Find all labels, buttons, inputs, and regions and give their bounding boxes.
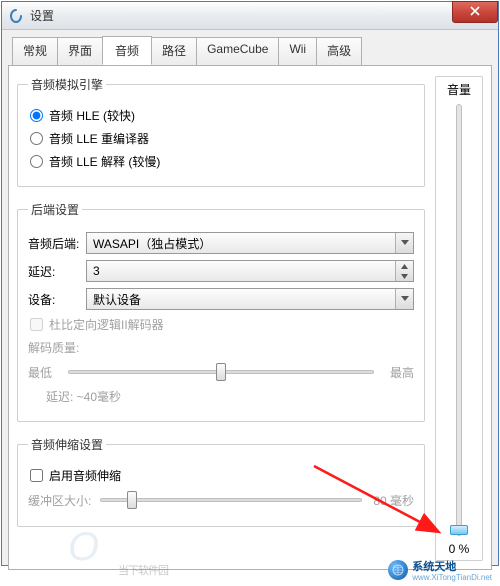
device-label: 设备: [28, 291, 86, 308]
latency-value: 3 [87, 264, 395, 278]
buffer-label: 缓冲区大小: [28, 492, 94, 509]
tab-gamecube[interactable]: GameCube [196, 37, 279, 66]
dpl2-label: 杜比定向逻辑II解码器 [49, 316, 164, 333]
spin-buttons[interactable] [395, 261, 413, 281]
quality-low-label: 最低 [28, 364, 62, 381]
close-button[interactable] [452, 1, 498, 23]
enable-stretch-label: 启用音频伸缩 [49, 467, 121, 484]
tab-advanced[interactable]: 高级 [316, 37, 362, 66]
volume-panel: 音量 0 % [435, 76, 483, 561]
enable-stretch-row: 启用音频伸缩 [28, 467, 414, 484]
quality-slider [68, 362, 374, 382]
tab-panel-audio: 音频模拟引擎 音频 HLE (较快) 音频 LLE 重编译器 音频 LLE 解释… [8, 65, 492, 570]
group-stretch: 音频伸缩设置 启用音频伸缩 缓冲区大小: 80 毫秒 [17, 436, 425, 527]
volume-value: 0 % [449, 542, 470, 556]
tab-paths[interactable]: 路径 [151, 37, 197, 66]
tab-interface[interactable]: 界面 [57, 37, 103, 66]
enable-stretch-checkbox[interactable] [30, 469, 43, 482]
tab-audio[interactable]: 音频 [102, 36, 152, 65]
radio-hle-label: 音频 HLE (较快) [49, 107, 135, 124]
tab-wii[interactable]: Wii [278, 37, 317, 66]
radio-hle[interactable] [30, 109, 43, 122]
buffer-readout: 80 毫秒 [368, 492, 414, 509]
titlebar: 设置 [2, 2, 498, 30]
quality-high-label: 最高 [380, 364, 414, 381]
tab-general[interactable]: 常规 [12, 37, 58, 66]
volume-label: 音量 [447, 81, 471, 98]
group-backend: 后端设置 音频后端: WASAPI（独占模式） 延迟: [17, 201, 425, 422]
buffer-slider-row: 缓冲区大小: 80 毫秒 [28, 490, 414, 510]
watermark-right-text: 系统天地 [412, 561, 456, 573]
radio-lle-recompiler-label: 音频 LLE 重编译器 [49, 130, 149, 147]
device-combo-value: 默认设备 [87, 291, 395, 308]
device-combo[interactable]: 默认设备 [86, 288, 414, 310]
close-icon [470, 5, 480, 19]
window-title: 设置 [30, 7, 54, 24]
watermark-right-url: www.XiTongTianDi.net [412, 574, 492, 582]
group-backend-legend: 后端设置 [28, 201, 82, 218]
buffer-slider [100, 490, 362, 510]
latency-readout: 延迟: ~40毫秒 [46, 388, 414, 405]
dpl2-checkbox [30, 318, 43, 331]
app-icon [8, 8, 24, 24]
radio-row-lle-interpreter: 音频 LLE 解释 (较慢) [28, 153, 414, 170]
radio-lle-interpreter[interactable] [30, 155, 43, 168]
settings-window: 设置 常规 界面 音频 路径 GameCube Wii 高级 音频模拟引擎 [1, 1, 499, 566]
group-stretch-legend: 音频伸缩设置 [28, 436, 106, 453]
backend-label: 音频后端: [28, 235, 86, 252]
left-column: 音频模拟引擎 音频 HLE (较快) 音频 LLE 重编译器 音频 LLE 解释… [17, 76, 431, 561]
volume-thumb[interactable] [450, 525, 468, 535]
quality-label: 解码质量: [28, 339, 414, 356]
chevron-down-icon [395, 233, 413, 253]
volume-slider[interactable] [456, 104, 462, 536]
group-audio-engine-legend: 音频模拟引擎 [28, 76, 106, 93]
chevron-up-icon [401, 261, 408, 271]
latency-spinbox[interactable]: 3 [86, 260, 414, 282]
chevron-down-icon [401, 271, 408, 281]
latency-label: 延迟: [28, 263, 86, 280]
watermark-left: O 当下软件园 [68, 525, 168, 578]
globe-icon [388, 560, 408, 580]
watermark-right: 系统天地 www.XiTongTianDi.net [388, 558, 492, 582]
backend-combo[interactable]: WASAPI（独占模式） [86, 232, 414, 254]
group-audio-engine: 音频模拟引擎 音频 HLE (较快) 音频 LLE 重编译器 音频 LLE 解释… [17, 76, 425, 187]
backend-combo-value: WASAPI（独占模式） [87, 235, 395, 252]
radio-row-hle: 音频 HLE (较快) [28, 107, 414, 124]
tab-bar: 常规 界面 音频 路径 GameCube Wii 高级 [12, 36, 492, 65]
radio-lle-recompiler[interactable] [30, 132, 43, 145]
client-area: 常规 界面 音频 路径 GameCube Wii 高级 音频模拟引擎 音频 HL… [2, 30, 498, 565]
radio-lle-interpreter-label: 音频 LLE 解释 (较慢) [49, 153, 160, 170]
quality-slider-row: 最低 最高 [28, 362, 414, 382]
chevron-down-icon [395, 289, 413, 309]
dpl2-row: 杜比定向逻辑II解码器 [28, 316, 414, 333]
radio-row-lle-recompiler: 音频 LLE 重编译器 [28, 130, 414, 147]
